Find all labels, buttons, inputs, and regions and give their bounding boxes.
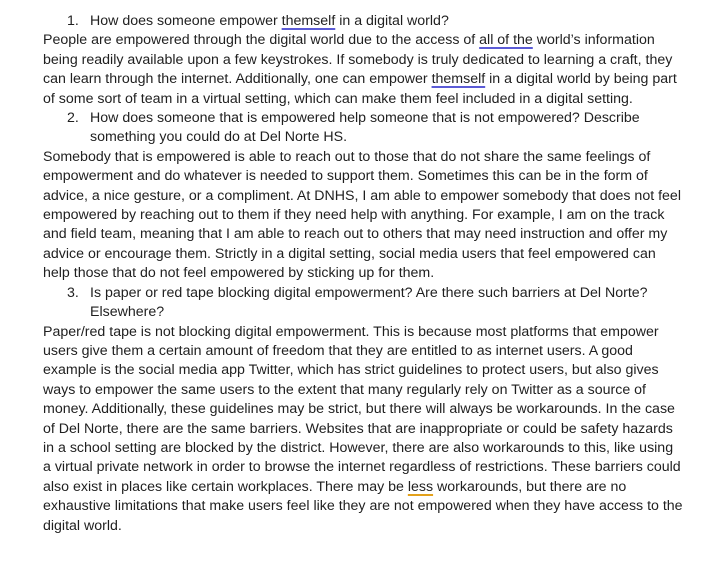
question-1-text-before: How does someone empower bbox=[90, 13, 282, 29]
question-2-text: How does someone that is empowered help … bbox=[90, 110, 640, 146]
question-1-number: 1. bbox=[67, 13, 79, 29]
answer-2-text: Somebody that is empowered is able to re… bbox=[43, 148, 681, 282]
question-3-number: 3. bbox=[67, 284, 79, 301]
question-2: 2. How does someone that is empowered he… bbox=[43, 109, 683, 148]
question-2-number: 2. bbox=[67, 110, 79, 127]
question-3: 3. Is paper or red tape blocking digital… bbox=[43, 284, 683, 323]
spelling-suggestion-themself[interactable]: themself bbox=[282, 13, 336, 29]
answer-3: Paper/red tape is not blocking digital e… bbox=[43, 323, 683, 536]
question-1-text-after: in a digital world? bbox=[335, 13, 449, 29]
answer-2: Somebody that is empowered is able to re… bbox=[43, 148, 683, 284]
question-1: 1. How does someone empower themself in … bbox=[43, 12, 683, 31]
answer-3-part-1: Paper/red tape is not blocking digital e… bbox=[43, 323, 681, 495]
answer-1: People are empowered through the digital… bbox=[43, 31, 683, 109]
spelling-suggestion-all-of-the[interactable]: all of the bbox=[479, 32, 533, 48]
grammar-suggestion-less[interactable]: less bbox=[408, 479, 433, 495]
document-body: 1. How does someone empower themself in … bbox=[43, 12, 683, 536]
answer-1-part-1: People are empowered through the digital… bbox=[43, 32, 480, 49]
question-3-text: Is paper or red tape blocking digital em… bbox=[90, 284, 648, 321]
spelling-suggestion-themself-2[interactable]: themself bbox=[432, 71, 486, 87]
